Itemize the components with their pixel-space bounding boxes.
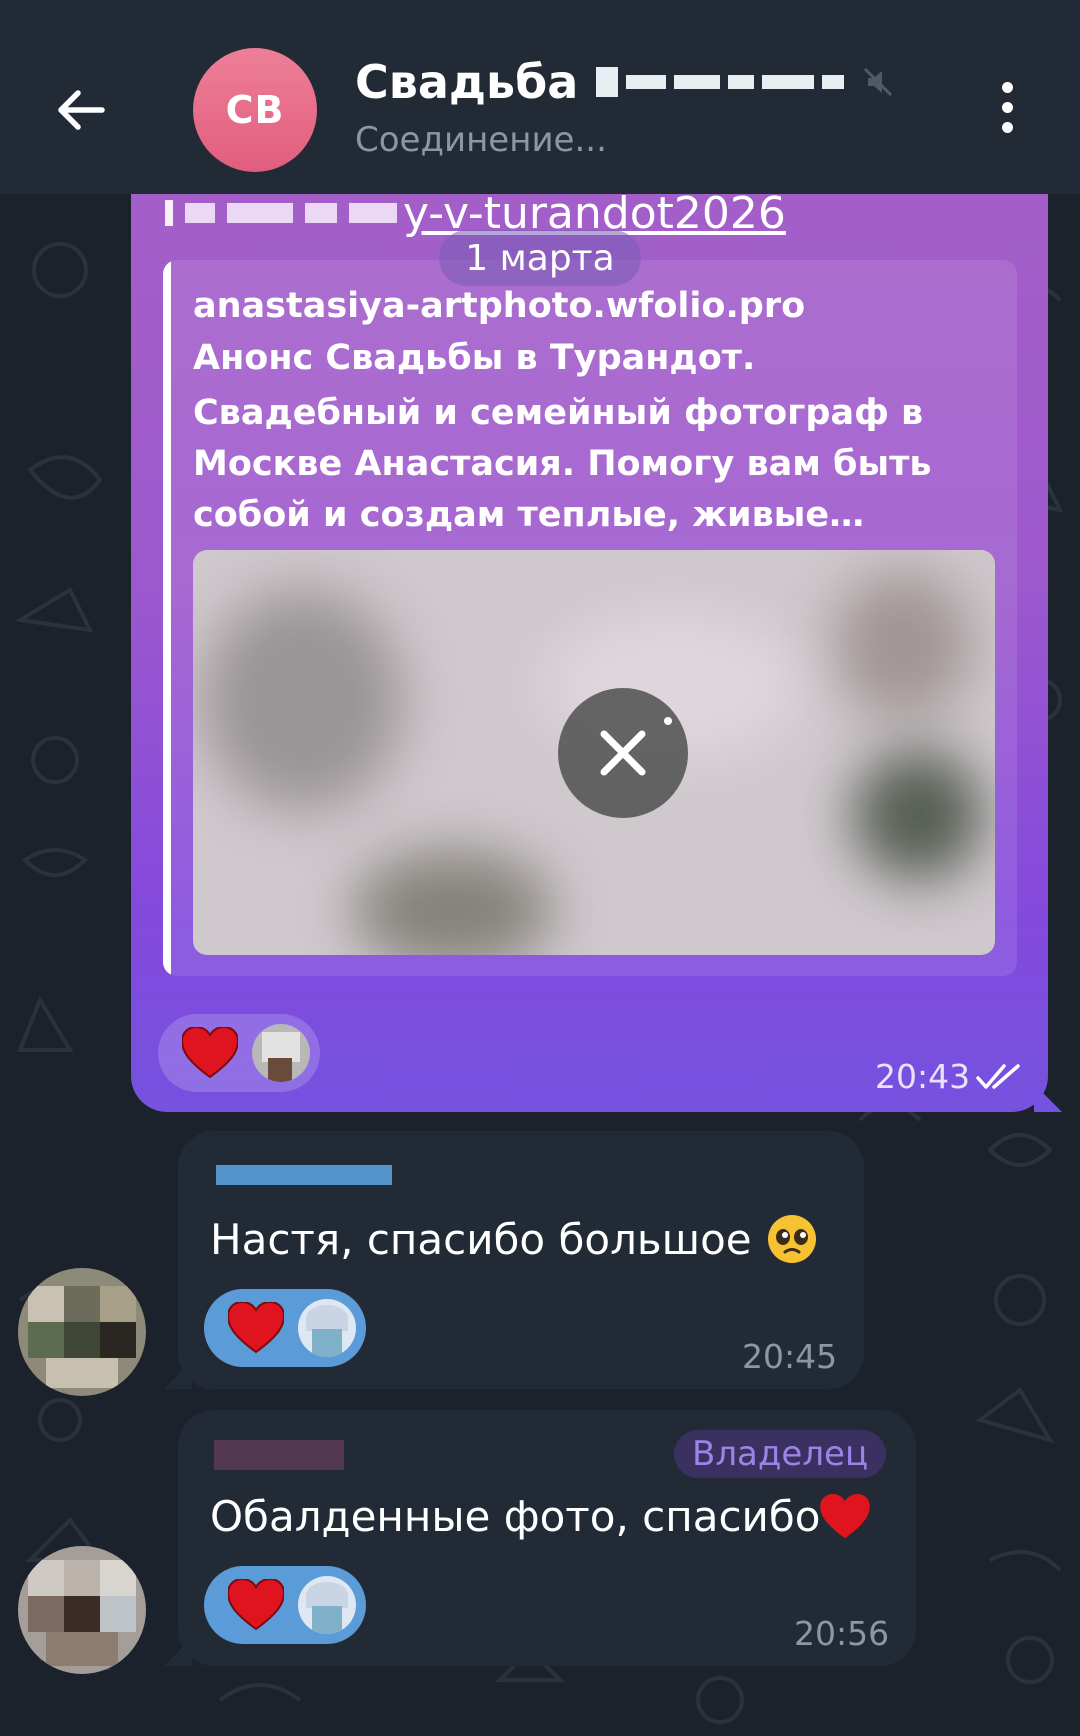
message-text: Настя, спасибо большое (210, 1213, 818, 1265)
redacted-link-part (165, 200, 397, 226)
connection-status: Соединение... (355, 120, 607, 160)
reaction-chip[interactable] (158, 1014, 320, 1092)
reactor-avatar (298, 1299, 356, 1357)
message-time: 20:45 (742, 1337, 838, 1376)
chat-title-row[interactable]: Свадьба (355, 52, 894, 112)
preview-accent-bar (163, 260, 171, 976)
back-arrow-icon[interactable] (52, 80, 112, 140)
redacted-title-part (596, 67, 845, 97)
preview-title: Анонс Свадьбы в Турандот. (193, 338, 756, 378)
preview-image[interactable] (193, 550, 995, 955)
close-icon (600, 717, 672, 776)
redacted-sender-name (216, 1165, 392, 1185)
heart-reaction-icon (228, 1302, 284, 1354)
date-separator: 1 марта (439, 230, 641, 286)
heart-reaction-icon (182, 1027, 238, 1079)
owner-badge: Владелец (674, 1430, 887, 1478)
heart-reaction-icon (228, 1579, 284, 1631)
chat-title: Свадьба (355, 55, 579, 109)
group-avatar[interactable]: СВ (193, 48, 317, 172)
reactor-avatar (298, 1576, 356, 1634)
incoming-message-bubble[interactable]: Владелец Обалденные фото, спасибо 20:56 (164, 1410, 916, 1666)
pleading-face-emoji-icon (767, 1215, 816, 1263)
reaction-chip[interactable] (204, 1566, 366, 1644)
redacted-sender-name (214, 1440, 344, 1470)
reactor-avatar (252, 1024, 310, 1082)
incoming-message-bubble[interactable]: Настя, спасибо большое 20:45 (164, 1131, 864, 1389)
group-avatar-initials: СВ (225, 88, 285, 132)
read-checkmarks-icon (976, 1064, 1020, 1089)
more-options-icon[interactable] (992, 82, 1022, 142)
reaction-chip[interactable] (204, 1289, 366, 1367)
link-preview[interactable]: anastasiya-artphoto.wfolio.pro Анонс Сва… (163, 260, 1017, 976)
message-text: Обалденные фото, спасибо (210, 1492, 871, 1541)
red-heart-emoji-icon (820, 1493, 871, 1538)
preview-site-name: anastasiya-artphoto.wfolio.pro (193, 286, 806, 326)
outgoing-message-bubble[interactable]: y-v-turandot2026 anastasiya-artphoto.wfo… (131, 150, 1062, 1112)
message-time: 20:56 (794, 1614, 890, 1653)
sender-avatar[interactable] (18, 1268, 146, 1396)
sender-avatar[interactable] (18, 1546, 146, 1674)
message-text-content: Настя, спасибо большое (210, 1214, 752, 1264)
muted-icon (864, 67, 893, 97)
message-text-content: Обалденные фото, спасибо (210, 1492, 821, 1541)
message-time: 20:43 (875, 1057, 971, 1096)
preview-description: Свадебный и семейный фотограф в Москве А… (193, 393, 932, 535)
cancel-download-button[interactable] (558, 688, 688, 818)
chat-header: СВ Свадьба Соединение... (0, 0, 1080, 194)
